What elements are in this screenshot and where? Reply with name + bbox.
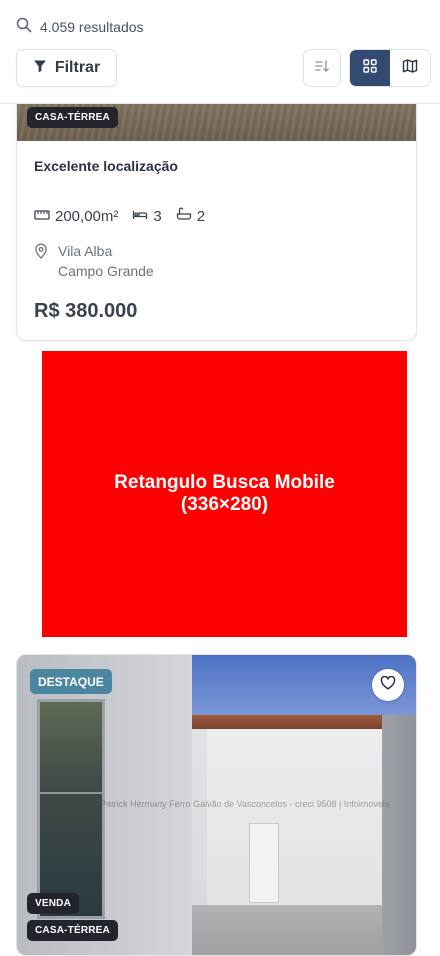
ruler-icon [34, 208, 50, 225]
results-count: 4.059 resultados [40, 19, 144, 35]
listing-card[interactable]: Informações: Patrick Hermany Ferro Galvã… [16, 654, 417, 956]
highlight-badge: DESTAQUE [30, 669, 112, 694]
bedrooms-value: 3 [153, 207, 162, 225]
heart-icon [380, 675, 396, 695]
map-view-button[interactable] [390, 50, 430, 86]
neighborhood: Vila Alba [58, 243, 113, 259]
funnel-icon [33, 59, 47, 78]
photo-door [249, 823, 279, 903]
property-type-tag: CASA-TÉRREA [27, 920, 118, 941]
bathrooms-value: 2 [196, 207, 206, 225]
bathtub-icon [176, 207, 192, 225]
search-icon [16, 17, 32, 38]
grid-icon [363, 58, 377, 78]
photo-watermark: Informações: Patrick Hermany Ferro Galvã… [45, 799, 390, 809]
listing-title[interactable]: Excelente localização [34, 158, 178, 174]
sort-button[interactable] [303, 49, 341, 87]
photo-side-wall [382, 715, 416, 955]
ad-label-line1: Retangulo Busca Mobile [114, 472, 335, 493]
view-toggle [349, 49, 431, 87]
filter-button-label: Filtrar [54, 59, 101, 76]
ad-banner[interactable]: Retangulo Busca Mobile (336×280) [42, 351, 407, 637]
location-pin-icon [34, 243, 48, 279]
sort-icon [314, 58, 330, 79]
listing-features: 200,00m² 3 2 [34, 207, 219, 225]
listing-card[interactable]: CASA-TÉRREA Excelente localização 200,00… [16, 70, 417, 341]
ad-label: Retangulo Busca Mobile (336×280) [114, 472, 335, 516]
ad-label-line2: (336×280) [180, 494, 269, 515]
listing-price: R$ 380.000 [34, 300, 138, 322]
property-type-tag: CASA-TÉRREA [27, 107, 118, 128]
bed-icon [132, 208, 148, 225]
bedrooms-feature: 3 [132, 207, 162, 225]
area-feature: 200,00m² [34, 208, 118, 225]
listing-location: Vila Alba Campo Grande [34, 243, 154, 279]
transaction-tag: VENDA [27, 893, 80, 914]
city: Campo Grande [58, 263, 154, 279]
photo-window [37, 699, 105, 919]
grid-view-button[interactable] [350, 50, 390, 86]
top-bar: 4.059 resultados Filtrar [0, 0, 440, 104]
favorite-button[interactable] [372, 669, 404, 701]
map-icon [402, 58, 418, 79]
results-summary: 4.059 resultados [16, 17, 144, 37]
filter-button[interactable]: Filtrar [16, 49, 117, 87]
area-value: 200,00m² [55, 207, 119, 225]
bathrooms-feature: 2 [176, 207, 205, 225]
